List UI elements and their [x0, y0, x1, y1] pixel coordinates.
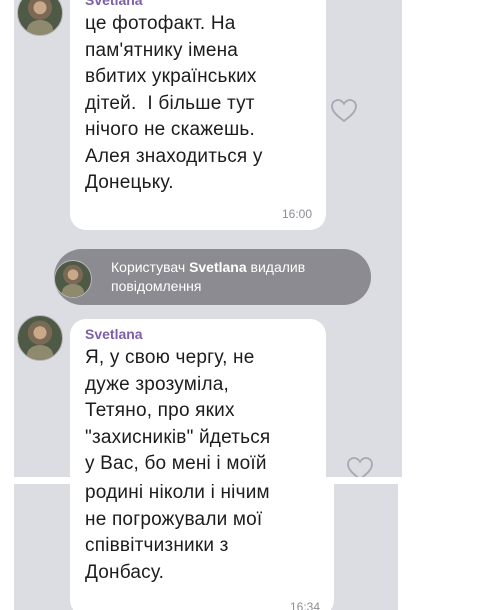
heart-outline-icon[interactable]	[346, 455, 374, 477]
heart-outline-icon[interactable]	[330, 97, 358, 125]
message-time: 16:34	[289, 600, 320, 610]
sender-name[interactable]: Svetlana	[85, 326, 143, 342]
sender-avatar[interactable]	[17, 315, 63, 361]
sender-name[interactable]: Svetlana	[85, 0, 143, 8]
message-text: Я, у свою чергу, не дуже зрозуміла, Тетя…	[85, 347, 271, 474]
message-bubble[interactable]: Svetlana це фотофакт. На пам'ятнику імен…	[70, 0, 326, 230]
message-text: родині ніколи і нічим не погрожували мої…	[85, 484, 270, 583]
deleted-message-notice: Користувач Svetlana видалив повідомлення	[54, 249, 371, 305]
deleted-message-text: Користувач Svetlana видалив повідомлення	[111, 259, 306, 294]
sender-avatar[interactable]	[17, 0, 63, 36]
message-text: це фотофакт. На пам'ятнику імена вбитих …	[85, 13, 263, 193]
system-notice-avatar	[54, 260, 92, 298]
message-bubble-continued[interactable]: родині ніколи і нічим не погрожували мої…	[70, 484, 334, 610]
chat-panel-bottom: родині ніколи і нічим не погрожували мої…	[14, 484, 398, 610]
chat-panel-top: Svetlana це фотофакт. На пам'ятнику імен…	[14, 0, 402, 477]
message-bubble[interactable]: Svetlana Я, у свою чергу, не дуже зрозум…	[70, 319, 326, 477]
message-time: 16:00	[281, 207, 312, 221]
